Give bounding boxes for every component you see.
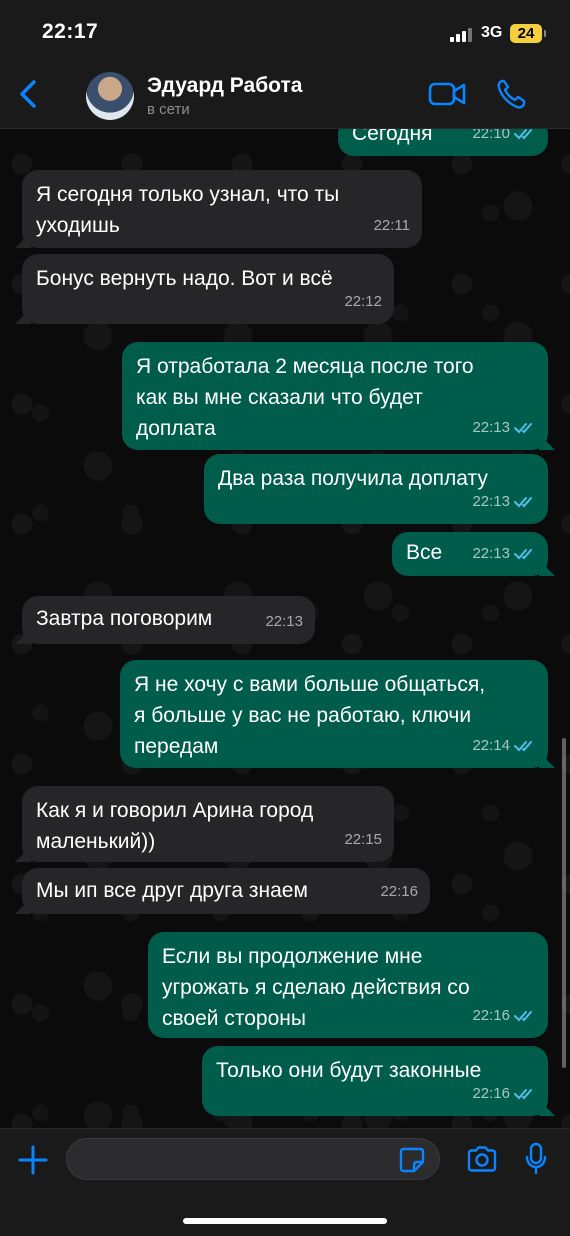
- message-time: 22:13: [472, 493, 510, 510]
- video-camera-icon[interactable]: [428, 80, 466, 108]
- message-incoming[interactable]: Как я и говорил Арина город маленький)) …: [22, 786, 394, 862]
- message-incoming[interactable]: Завтра поговорим 22:13: [22, 596, 315, 644]
- scrollbar[interactable]: [562, 738, 566, 1068]
- network-type: 3G: [481, 24, 503, 41]
- message-time: 22:16: [472, 1007, 510, 1024]
- contact-name[interactable]: Эдуард Работа: [147, 74, 302, 98]
- double-check-icon: [514, 422, 532, 433]
- message-outgoing[interactable]: Два раза получила доплату 22:13: [204, 454, 548, 524]
- message-text: Как я и говорил Арина город маленький)): [36, 799, 314, 853]
- message-outgoing[interactable]: Все 22:13: [392, 532, 548, 576]
- double-check-icon: [514, 740, 532, 751]
- message-time: 22:13: [472, 419, 510, 436]
- avatar[interactable]: [86, 72, 134, 120]
- message-time: 22:11: [373, 217, 410, 234]
- message-time: 22:16: [472, 1085, 510, 1102]
- contact-status: в сети: [147, 101, 190, 118]
- double-check-icon: [514, 128, 532, 139]
- home-indicator[interactable]: [183, 1218, 387, 1224]
- message-time: 22:14: [472, 737, 510, 754]
- chevron-left-icon[interactable]: [16, 78, 42, 110]
- microphone-icon[interactable]: [524, 1142, 548, 1176]
- message-incoming[interactable]: Я сегодня только узнал, что ты уходишь 2…: [22, 170, 422, 248]
- message-incoming[interactable]: Мы ип все друг друга знаем 22:16: [22, 868, 430, 914]
- message-incoming[interactable]: Бонус вернуть надо. Вот и всё 22:12: [22, 254, 394, 324]
- camera-icon[interactable]: [466, 1145, 498, 1173]
- sticker-icon[interactable]: [399, 1147, 425, 1173]
- message-text: Бонус вернуть надо. Вот и всё: [36, 267, 333, 290]
- status-time: 22:17: [42, 20, 99, 43]
- message-outgoing[interactable]: Я отработала 2 месяца после того как вы …: [122, 342, 548, 450]
- message-text: Завтра поговорим: [36, 607, 213, 630]
- message-text: Я сегодня только узнал, что ты уходишь: [36, 183, 340, 237]
- message-time: 22:16: [380, 883, 418, 900]
- message-time: 22:15: [344, 831, 382, 848]
- phone-icon[interactable]: [496, 78, 526, 110]
- signal-strength-icon: [450, 28, 472, 42]
- plus-icon[interactable]: [18, 1145, 48, 1175]
- message-outgoing[interactable]: Только они будут законные 22:16: [202, 1046, 548, 1116]
- message-time: 22:13: [472, 545, 510, 562]
- message-time: 22:12: [344, 293, 382, 310]
- message-outgoing[interactable]: Сегодня 22:10: [338, 128, 548, 156]
- message-time: 22:13: [265, 613, 303, 630]
- message-outgoing[interactable]: Я не хочу с вами больше общаться, я боль…: [120, 660, 548, 768]
- status-bar: 22:17 3G 24: [0, 0, 570, 60]
- chat-header: Эдуард Работа в сети: [0, 60, 570, 129]
- message-list[interactable]: Сегодня 22:10 Я сегодня только узнал, чт…: [0, 128, 570, 1128]
- message-text: Мы ип все друг друга знаем: [36, 879, 308, 902]
- double-check-icon: [514, 496, 532, 507]
- message-time: 22:10: [472, 128, 510, 142]
- battery-indicator: 24: [510, 24, 546, 43]
- double-check-icon: [514, 1010, 532, 1021]
- message-input[interactable]: [66, 1138, 440, 1180]
- double-check-icon: [514, 1088, 532, 1099]
- double-check-icon: [514, 548, 532, 559]
- composer-bar: [0, 1128, 570, 1236]
- message-outgoing[interactable]: Если вы продолжение мне угрожать я сдела…: [148, 932, 548, 1038]
